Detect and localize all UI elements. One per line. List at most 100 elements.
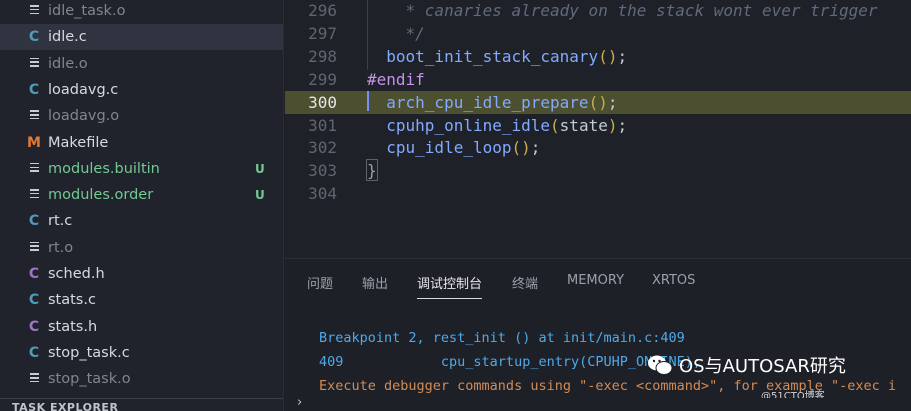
chevron-right-icon[interactable]: › (297, 395, 302, 410)
code-line[interactable]: 303} (285, 159, 911, 182)
semicolon: ; (607, 92, 618, 112)
code-line[interactable]: 301 cpuhp_online_idle(state); (285, 114, 911, 137)
header-file-icon: C (28, 266, 40, 282)
line-number: 297 (308, 23, 337, 43)
c-file-icon: C (28, 29, 40, 46)
file-item[interactable]: modules.builtin U (0, 156, 283, 182)
git-untracked-badge: U (255, 161, 265, 176)
code-line[interactable]: 299 #endif (285, 68, 911, 91)
watermark-url: @51CTO博客 (761, 391, 825, 398)
status-bar: › (285, 395, 911, 411)
file-item[interactable]: Cstats.c (0, 287, 283, 313)
preprocessor-directive: #endif (367, 69, 425, 89)
file-explorer: idle_task.o Cidle.c idle.o Cloadavg.c loadav… (0, 0, 284, 411)
code-line[interactable]: 296 * canaries already on the stack wont… (285, 0, 911, 22)
open-paren: ( (588, 92, 599, 112)
function-name: arch_cpu_idle_prepare (386, 92, 589, 112)
file-item[interactable]: Cstop_task.c (0, 340, 283, 366)
file-item[interactable]: Crt.c (0, 208, 283, 234)
code-line[interactable]: 297 */ (285, 22, 911, 45)
file-item[interactable]: Cstats.h (0, 314, 283, 340)
open-paren: ( (550, 115, 560, 135)
comment-text: */ (367, 23, 425, 43)
file-name: modules.builtin (48, 160, 160, 177)
file-name: stats.c (48, 292, 96, 309)
text-file-icon (27, 189, 41, 201)
wechat-icon (648, 355, 673, 375)
panel-tab[interactable]: 终端 (512, 273, 538, 299)
line-number: 300 (308, 92, 337, 112)
file-name: sched.h (48, 266, 105, 282)
text-file-icon (27, 373, 41, 385)
close-paren: ) (598, 92, 608, 112)
file-name: rt.c (48, 213, 73, 230)
code-editor[interactable]: 296 * canaries already on the stack wont… (285, 0, 911, 258)
code-text: arch_cpu_idle_prepare(); (367, 93, 617, 112)
text-file-icon (27, 110, 41, 122)
code-text: boot_init_stack_canary(); (367, 47, 627, 66)
file-name: loadavg.o (48, 108, 120, 125)
indent-guide (367, 0, 368, 70)
code-line[interactable]: 302 cpu_idle_loop(); (285, 136, 911, 159)
function-name: boot_init_stack_canary (386, 46, 599, 66)
panel-tab[interactable]: 输出 (362, 273, 388, 299)
arguments: state (559, 115, 608, 135)
text-file-icon (27, 5, 41, 17)
file-item[interactable]: idle.o (0, 51, 283, 77)
open-paren: ( (598, 46, 608, 66)
semicolon: ; (530, 138, 541, 158)
function-name: cpu_idle_loop (386, 138, 512, 158)
file-name: rt.o (48, 239, 74, 256)
file-item[interactable]: Cloadavg.c (0, 77, 283, 103)
file-name: idle.c (48, 29, 87, 46)
semicolon: ; (617, 115, 628, 135)
file-name: stats.h (48, 318, 98, 335)
task-explorer-header[interactable]: TASK EXPLORER (0, 398, 283, 411)
c-file-icon: C (28, 213, 40, 230)
open-paren: ( (511, 138, 522, 158)
file-name: idle_task.o (48, 3, 126, 19)
comment-text: * canaries already on the stack wont eve… (367, 1, 878, 20)
code-text: cpuhp_online_idle(state); (367, 116, 627, 135)
code-line[interactable]: 298 boot_init_stack_canary(); (285, 45, 911, 68)
file-item[interactable]: idle_task.o (0, 0, 283, 24)
file-item[interactable]: rt.o (0, 235, 283, 261)
current-line[interactable]: 300 arch_cpu_idle_prepare(); (285, 90, 911, 114)
file-item[interactable]: loadavg.o (0, 103, 283, 129)
c-file-icon: C (28, 81, 40, 98)
debug-output-line: 409 cpu_startup_entry(CPUHP_ONLINE); (319, 354, 702, 370)
file-item[interactable]: Csched.h (0, 261, 283, 287)
file-name: modules.order (48, 187, 154, 204)
file-item[interactable]: Cidle.c (0, 24, 283, 51)
line-number: 302 (308, 138, 337, 158)
panel-tab[interactable]: XRTOS (652, 273, 695, 299)
git-untracked-badge: U (255, 188, 265, 203)
file-name: idle.o (48, 55, 88, 72)
bracket-match-highlight (366, 159, 378, 181)
line-number: 303 (308, 161, 337, 181)
semicolon: ; (617, 46, 628, 66)
panel-tab[interactable]: 问题 (307, 273, 333, 299)
close-paren: ) (521, 138, 531, 158)
text-file-icon (27, 57, 41, 70)
file-name: stop_task.o (48, 371, 131, 388)
file-item[interactable]: M Makefile (0, 130, 283, 156)
watermark-text: OS与AUTOSAR研究 (679, 356, 846, 377)
code-text: cpu_idle_loop(); (367, 138, 540, 157)
panel-tab[interactable]: MEMORY (567, 273, 624, 299)
code-line[interactable]: 304 (285, 182, 911, 205)
bottom-panel: 问题 输出 调试控制台 终端 MEMORY XRTOS Breakpoint 2, rest… (285, 258, 911, 398)
panel-tab[interactable]: 调试控制台 (417, 273, 483, 299)
makefile-icon: M (27, 134, 41, 151)
file-name: loadavg.c (48, 81, 119, 98)
text-file-icon (27, 162, 41, 175)
c-file-icon: C (28, 344, 40, 361)
file-item[interactable]: stop_task.o (0, 366, 283, 392)
file-item[interactable]: modules.order U (0, 182, 283, 208)
text-cursor (367, 91, 369, 111)
watermark: OS与AUTOSAR研究 (647, 352, 846, 378)
